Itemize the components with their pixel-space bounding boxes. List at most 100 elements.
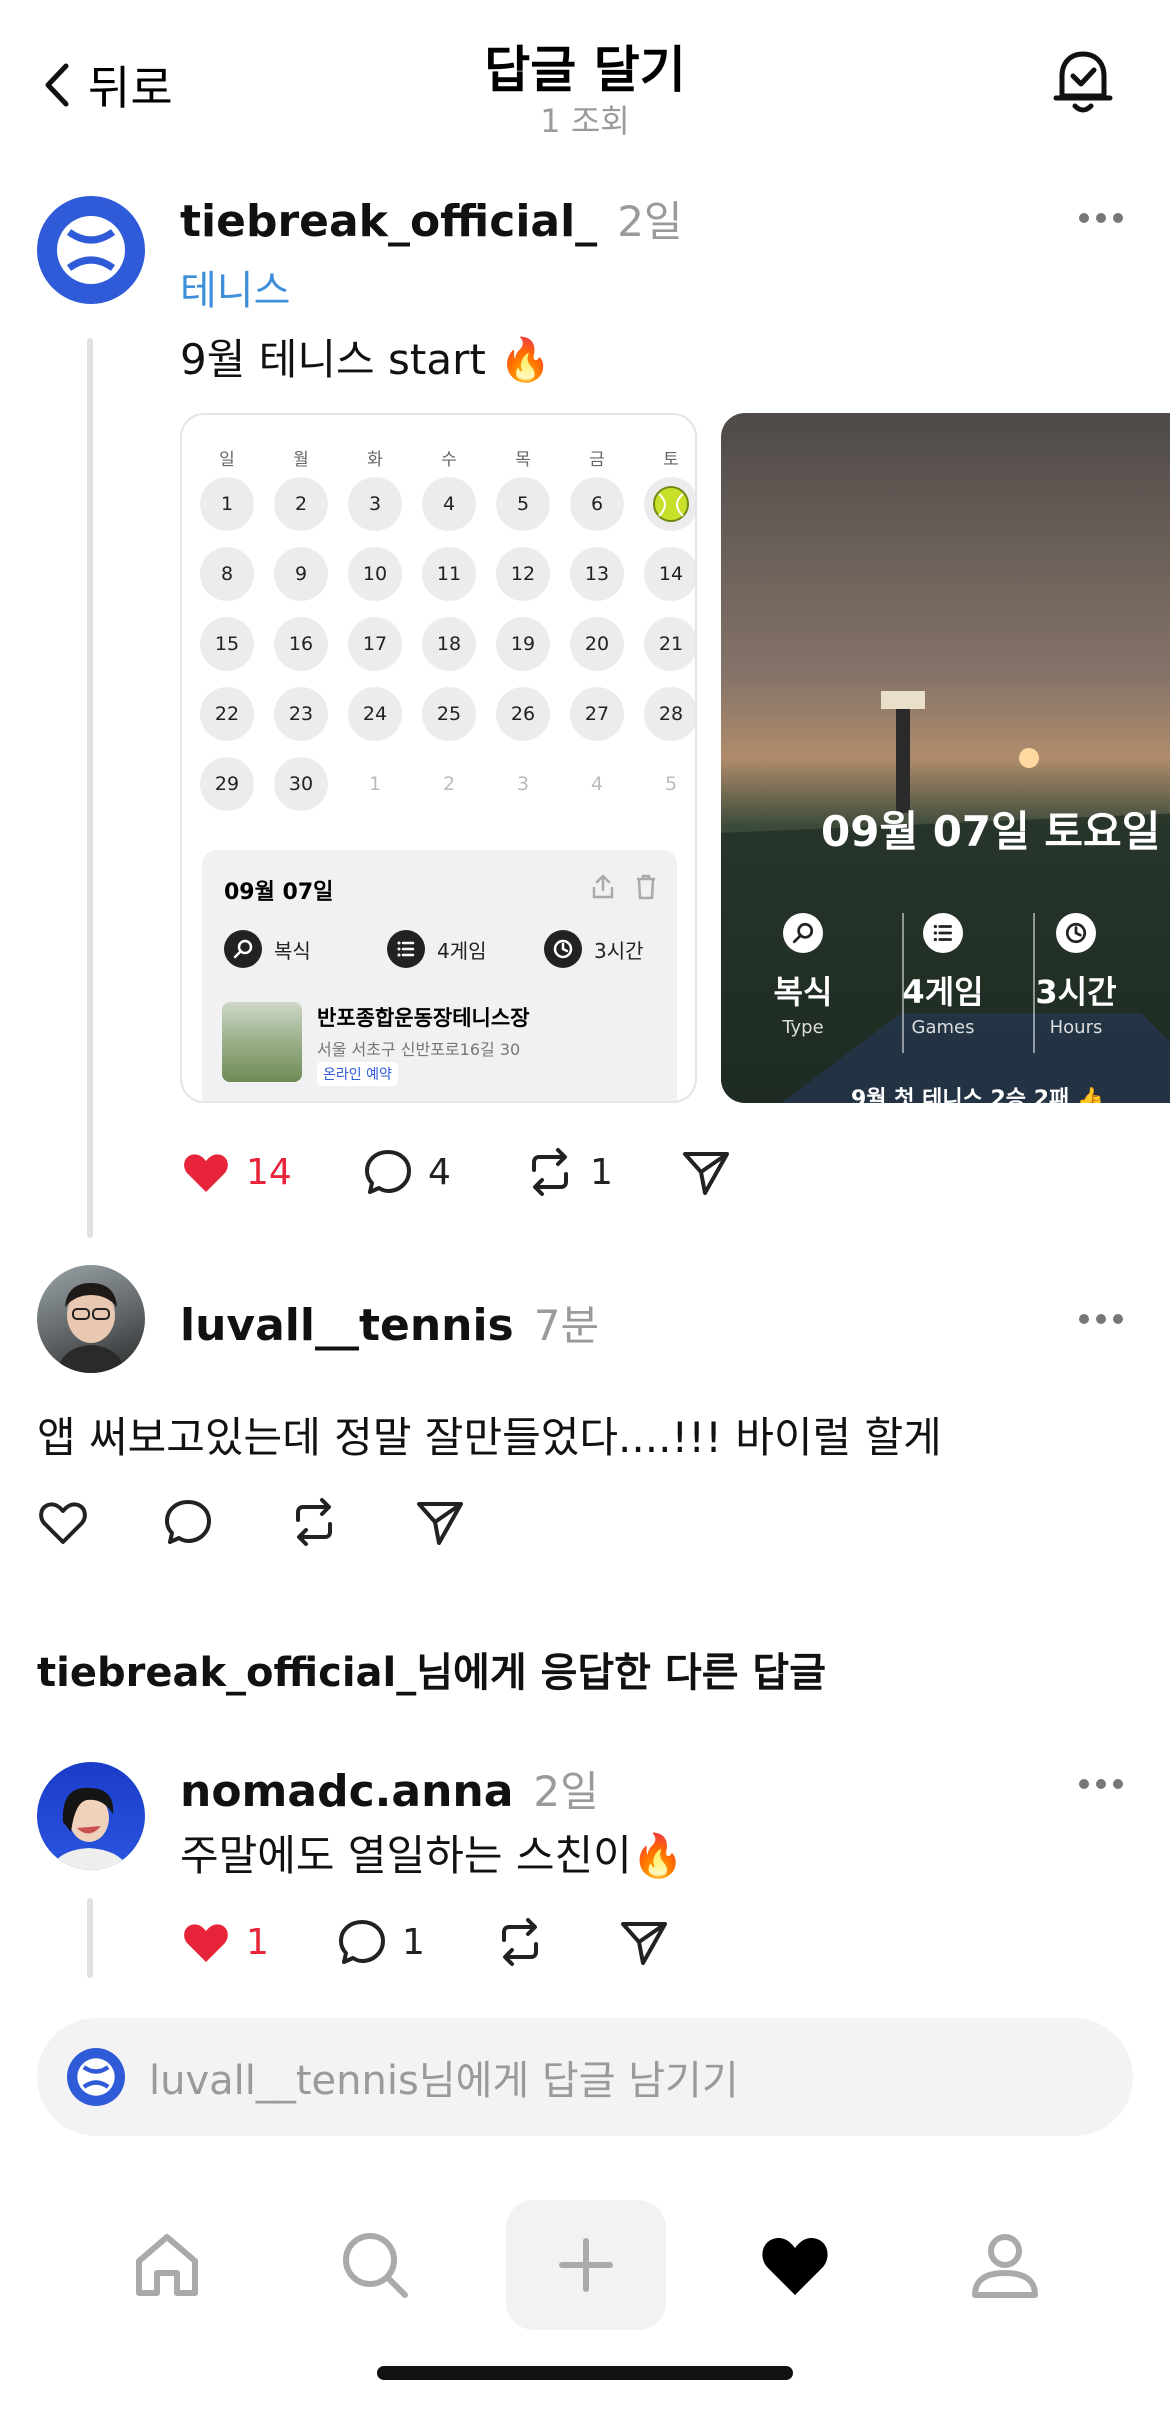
tiebreak-logo-icon xyxy=(67,2048,125,2106)
home-icon xyxy=(136,2234,198,2296)
heart-icon xyxy=(39,1502,87,1544)
list-icon xyxy=(923,913,963,953)
search-icon xyxy=(343,2233,408,2298)
share-button[interactable] xyxy=(680,1146,732,1198)
calendar-day: 5 xyxy=(496,477,550,531)
more-options-icon[interactable] xyxy=(1078,1778,1124,1790)
detail-date: 09월 07일 xyxy=(224,880,334,905)
tab-create[interactable] xyxy=(506,2200,666,2330)
photo-type-label: Type xyxy=(782,1017,824,1038)
calendar-day: 14 xyxy=(644,547,695,601)
calendar-day: 23 xyxy=(274,687,328,741)
share-button[interactable] xyxy=(618,1916,670,1968)
post-topic[interactable]: 테니스 xyxy=(180,258,290,316)
repost-icon xyxy=(296,1498,332,1546)
calendar-card[interactable]: 일 월 화 수 목 금 토 1 2 3 4 5 6 8 9 10 11 12 1… xyxy=(180,413,697,1103)
thread-line xyxy=(87,1898,93,1978)
calendar-day: 28 xyxy=(644,687,695,741)
photo-caption: 9월 첫 테니스 2승 2패 👍 xyxy=(851,1087,1105,1103)
avatar[interactable] xyxy=(37,1265,145,1373)
tab-activity[interactable] xyxy=(715,2200,875,2330)
calendar-day: 21 xyxy=(644,617,695,671)
calendar-day-next-month: 1 xyxy=(368,773,382,795)
send-icon xyxy=(417,1502,463,1545)
calendar-day: 12 xyxy=(496,547,550,601)
weekday-label: 금 xyxy=(589,450,605,470)
avatar[interactable] xyxy=(37,1762,145,1870)
calendar-day: 18 xyxy=(422,617,476,671)
like-button[interactable]: 1 xyxy=(180,1916,269,1968)
calendar-day: 19 xyxy=(496,617,550,671)
bell-check-icon[interactable] xyxy=(1050,46,1116,116)
photo-card[interactable]: 09월 07일 토요일 복식 Type 4게임 Games 3시간 Hours … xyxy=(721,413,1170,1103)
reply-input[interactable]: luvall__tennis님에게 답글 남기기 xyxy=(37,2018,1133,2136)
share-button[interactable] xyxy=(414,1496,466,1548)
other-reply-username[interactable]: nomadc.anna xyxy=(180,1766,513,1817)
calendar-day: 17 xyxy=(348,617,402,671)
other-reply-text: 주말에도 열일하는 스친이🔥 xyxy=(180,1831,685,1880)
reply-username[interactable]: luvall__tennis xyxy=(180,1300,514,1351)
comment-button[interactable] xyxy=(162,1496,214,1548)
repost-count: 1 xyxy=(590,1151,613,1193)
calendar-day: 15 xyxy=(200,617,254,671)
weekday-label: 일 xyxy=(219,450,235,470)
calendar-day: 8 xyxy=(200,547,254,601)
calendar-day: 26 xyxy=(496,687,550,741)
list-icon xyxy=(387,930,425,968)
post-username[interactable]: tiebreak_official_ xyxy=(180,196,597,247)
calendar-day-next-month: 4 xyxy=(590,773,604,795)
tiebreak-logo-icon xyxy=(57,216,125,284)
venue-name: 반포종합운동장테니스장 xyxy=(317,1006,530,1030)
avatar[interactable] xyxy=(37,196,145,304)
racket-icon xyxy=(224,930,262,968)
calendar-day: 30 xyxy=(274,757,328,811)
venue-badge: 온라인 예약 xyxy=(317,1062,398,1086)
detail-hours: 3시간 xyxy=(594,938,644,963)
calendar-day: 29 xyxy=(200,757,254,811)
comment-icon xyxy=(365,1150,411,1194)
calendar-day-next-month: 5 xyxy=(664,773,678,795)
calendar-grid: 일 월 화 수 목 금 토 1 2 3 4 5 6 8 9 10 11 12 1… xyxy=(190,445,695,811)
home-indicator xyxy=(377,2366,793,2380)
weekday-label: 수 xyxy=(441,450,457,470)
comment-button[interactable]: 4 xyxy=(362,1146,451,1198)
more-options-icon[interactable] xyxy=(1078,1313,1124,1325)
photo-date: 09월 07일 토요일 xyxy=(821,807,1161,856)
post-text: 9월 테니스 start 🔥 xyxy=(180,335,552,384)
photo-games-value: 4게임 xyxy=(902,973,984,1011)
heart-filled-icon xyxy=(762,2238,828,2295)
calendar-day: 11 xyxy=(422,547,476,601)
share-icon[interactable] xyxy=(591,874,615,900)
reply-text: 앱 써보고있는데 정말 잘만들었다....!!! 바이럴 할게 xyxy=(37,1413,942,1462)
tab-profile[interactable] xyxy=(925,2200,1085,2330)
page-title: 답글 달기 xyxy=(484,41,686,99)
tab-home[interactable] xyxy=(87,2200,247,2330)
calendar-day: 4 xyxy=(422,477,476,531)
repost-icon xyxy=(502,1918,538,1966)
calendar-day: 27 xyxy=(570,687,624,741)
like-button[interactable] xyxy=(37,1496,89,1548)
trash-icon[interactable] xyxy=(635,874,657,900)
calendar-day: 2 xyxy=(274,477,328,531)
profile-icon xyxy=(972,2234,1038,2298)
comment-button[interactable]: 1 xyxy=(336,1916,425,1968)
photo-hours-label: Hours xyxy=(1049,1017,1103,1038)
repost-button[interactable] xyxy=(494,1916,546,1968)
photo-games-label: Games xyxy=(911,1017,975,1038)
clock-icon xyxy=(544,930,582,968)
comment-count: 1 xyxy=(402,1921,425,1963)
reply-placeholder: luvall__tennis님에게 답글 남기기 xyxy=(149,2058,739,2104)
calendar-day: 13 xyxy=(570,547,624,601)
calendar-day-tennis xyxy=(644,477,695,531)
like-button[interactable]: 14 xyxy=(180,1146,292,1198)
calendar-day-next-month: 3 xyxy=(516,773,530,795)
more-options-icon[interactable] xyxy=(1078,212,1124,224)
comment-count: 4 xyxy=(428,1151,451,1193)
calendar-day: 10 xyxy=(348,547,402,601)
send-icon xyxy=(683,1152,729,1195)
weekday-label: 화 xyxy=(367,450,383,470)
thread-line xyxy=(87,338,93,1238)
repost-button[interactable]: 1 xyxy=(524,1146,613,1198)
repost-button[interactable] xyxy=(288,1496,340,1548)
tab-search[interactable] xyxy=(295,2200,455,2330)
